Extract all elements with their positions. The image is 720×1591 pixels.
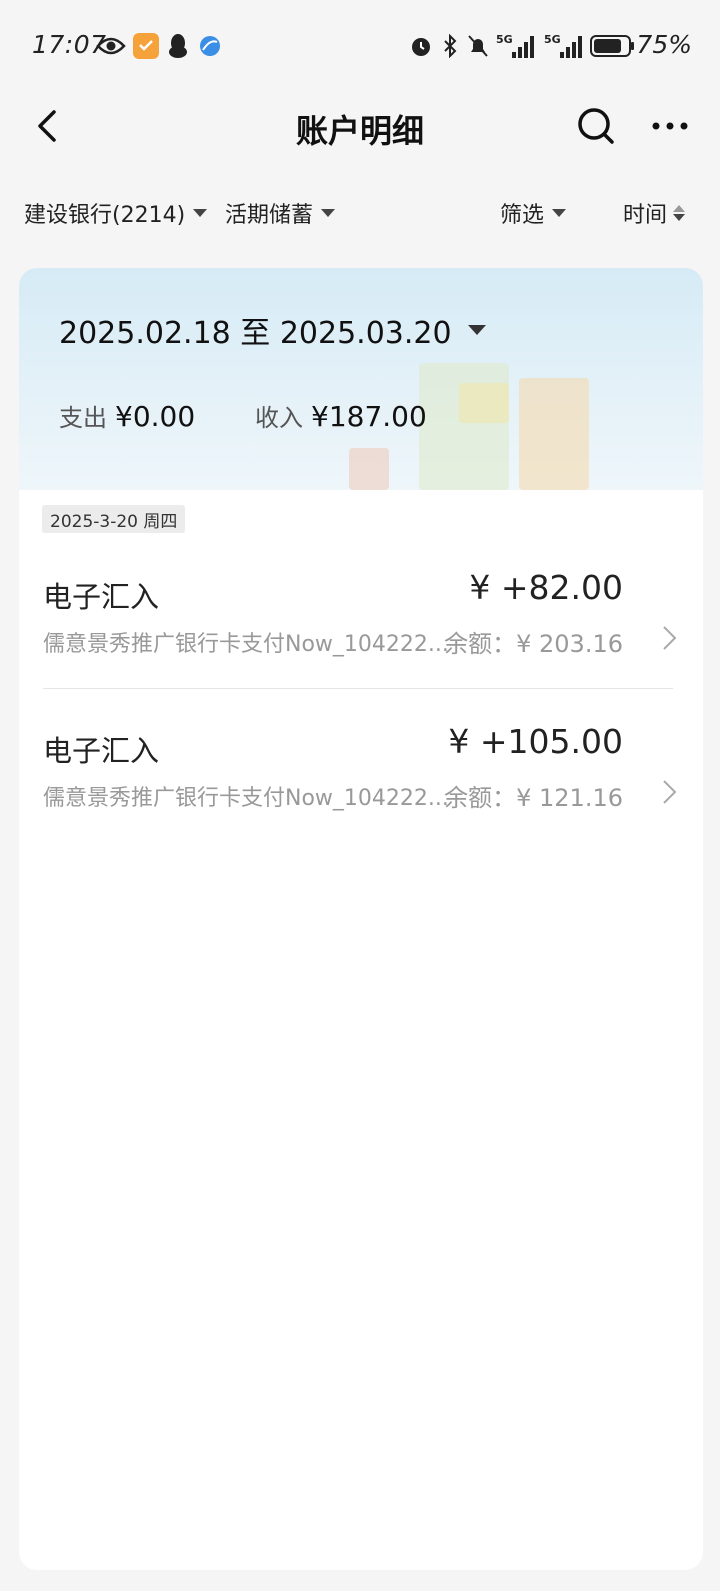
- transaction-title: 电子汇入: [43, 734, 160, 768]
- eye-icon: [96, 30, 126, 62]
- transaction-balance: 余额：¥ 121.16: [444, 784, 623, 812]
- chevron-down-icon: [552, 209, 567, 217]
- sort-icon: [673, 205, 686, 221]
- income-summary: 收入 ¥187.00: [255, 398, 427, 433]
- filter-label: 筛选: [500, 203, 545, 228]
- chevron-down-icon: [193, 209, 208, 217]
- filter-selector[interactable]: 筛选: [500, 190, 567, 236]
- browser-icon: [198, 30, 222, 62]
- qq-penguin-icon: [166, 30, 190, 62]
- transaction-row[interactable]: 电子汇入 ¥ +105.00 儒意景秀推广银行卡支付Now_104222... …: [19, 644, 703, 812]
- alarm-icon: [408, 30, 434, 62]
- nav-bar: 账户明细: [0, 92, 720, 164]
- chevron-down-icon: [467, 325, 486, 335]
- account-type-label: 活期储蓄: [225, 203, 314, 228]
- chevron-down-icon: [321, 209, 336, 217]
- expense-value: ¥0.00: [115, 400, 196, 433]
- summary-banner: 2025.02.18 至 2025.03.20 支出 ¥0.00 收入 ¥187…: [19, 268, 703, 490]
- expense-summary: 支出 ¥0.00: [59, 398, 195, 433]
- signal-5g-icon-2: 5G: [544, 30, 586, 62]
- sort-selector[interactable]: 时间: [623, 190, 686, 236]
- transaction-amount: ¥ +82.00: [469, 568, 623, 607]
- account-selector-label: 建设银行(2214): [24, 203, 186, 228]
- account-type-selector[interactable]: 活期储蓄: [225, 190, 336, 236]
- income-value: ¥187.00: [311, 400, 427, 433]
- svg-text:5G: 5G: [496, 33, 513, 46]
- account-selector[interactable]: 建设银行(2214): [24, 190, 208, 236]
- battery-icon: [590, 30, 636, 62]
- svg-text:5G: 5G: [544, 33, 561, 46]
- banner-decoration: [519, 378, 589, 490]
- transaction-row[interactable]: 电子汇入 ¥ +82.00 儒意景秀推广银行卡支付Now_104222... 余…: [19, 490, 703, 658]
- more-icon[interactable]: [646, 102, 694, 150]
- banner-decoration: [349, 448, 389, 490]
- transaction-amount: ¥ +105.00: [448, 722, 623, 761]
- chevron-right-icon: [657, 776, 681, 808]
- signal-5g-icon: 5G: [496, 30, 538, 62]
- income-label: 收入: [255, 404, 303, 432]
- mute-icon: [466, 30, 490, 62]
- transaction-list: 2025-3-20 周四 电子汇入 ¥ +82.00 儒意景秀推广银行卡支付No…: [19, 490, 703, 1570]
- transaction-title: 电子汇入: [43, 580, 160, 614]
- app-badge-icon: [132, 30, 160, 62]
- expense-label: 支出: [59, 404, 107, 432]
- date-range-text: 2025.02.18 至 2025.03.20: [59, 316, 452, 351]
- search-icon[interactable]: [572, 102, 620, 150]
- filter-bar: 建设银行(2214) 活期储蓄 筛选 时间: [0, 190, 720, 236]
- sort-label: 时间: [623, 203, 668, 228]
- transaction-description: 儒意景秀推广银行卡支付Now_104222...: [43, 786, 449, 811]
- status-bar: 17:07 5G 5G 75%: [0, 0, 720, 92]
- banner-decoration: [459, 383, 509, 423]
- date-range-selector[interactable]: 2025.02.18 至 2025.03.20: [59, 308, 486, 352]
- battery-percent: 75%: [636, 30, 692, 59]
- bluetooth-icon: [440, 30, 460, 62]
